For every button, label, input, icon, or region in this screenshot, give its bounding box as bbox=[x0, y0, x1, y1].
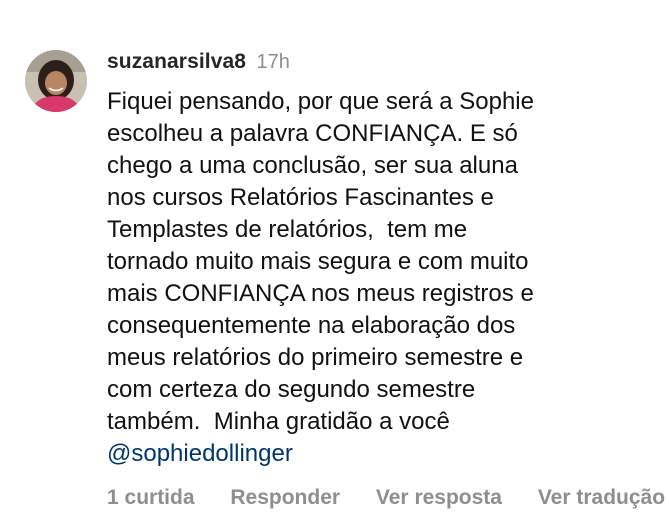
profile-photo-icon bbox=[25, 50, 87, 112]
comment-header: suzanarsilva8 17h bbox=[107, 50, 290, 78]
reply-button[interactable]: Responder bbox=[230, 486, 340, 509]
comment: suzanarsilva8 17h Fiquei pensando, por q… bbox=[0, 0, 669, 516]
comment-line: chego a uma conclusão, ser sua aluna bbox=[107, 152, 518, 179]
likes-count-button[interactable]: 1 curtida bbox=[107, 486, 195, 509]
comment-line: escolheu a palavra CONFIANÇA. E só bbox=[107, 120, 518, 147]
view-translation-button[interactable]: Ver tradução bbox=[538, 486, 665, 509]
mention-link[interactable]: @sophiedollinger bbox=[107, 438, 647, 470]
comment-line: com certeza do segundo semestre bbox=[107, 376, 476, 403]
comment-line: consequentemente na elaboração dos bbox=[107, 312, 516, 339]
comment-text: Fiquei pensando, por que será a Sophie e… bbox=[107, 86, 647, 470]
comment-line: tornado muito mais segura e com muito bbox=[107, 248, 529, 275]
comment-line: mais CONFIANÇA nos meus registros e bbox=[107, 280, 534, 307]
view-reply-button[interactable]: Ver resposta bbox=[376, 486, 502, 509]
timestamp: 17h bbox=[256, 51, 290, 73]
comment-line: Templastes de relatórios, tem me bbox=[107, 216, 468, 243]
comment-line: também. Minha gratidão a você bbox=[107, 408, 450, 435]
username[interactable]: suzanarsilva8 bbox=[107, 50, 246, 73]
comment-line: Fiquei pensando, por que será a Sophie bbox=[107, 88, 534, 115]
comment-line: nos cursos Relatórios Fascinantes e bbox=[107, 184, 494, 211]
avatar[interactable] bbox=[25, 50, 87, 112]
comment-line: meus relatórios do primeiro semestre e bbox=[107, 344, 524, 371]
comment-actions: 1 curtida Responder Ver resposta Ver tra… bbox=[107, 486, 669, 514]
